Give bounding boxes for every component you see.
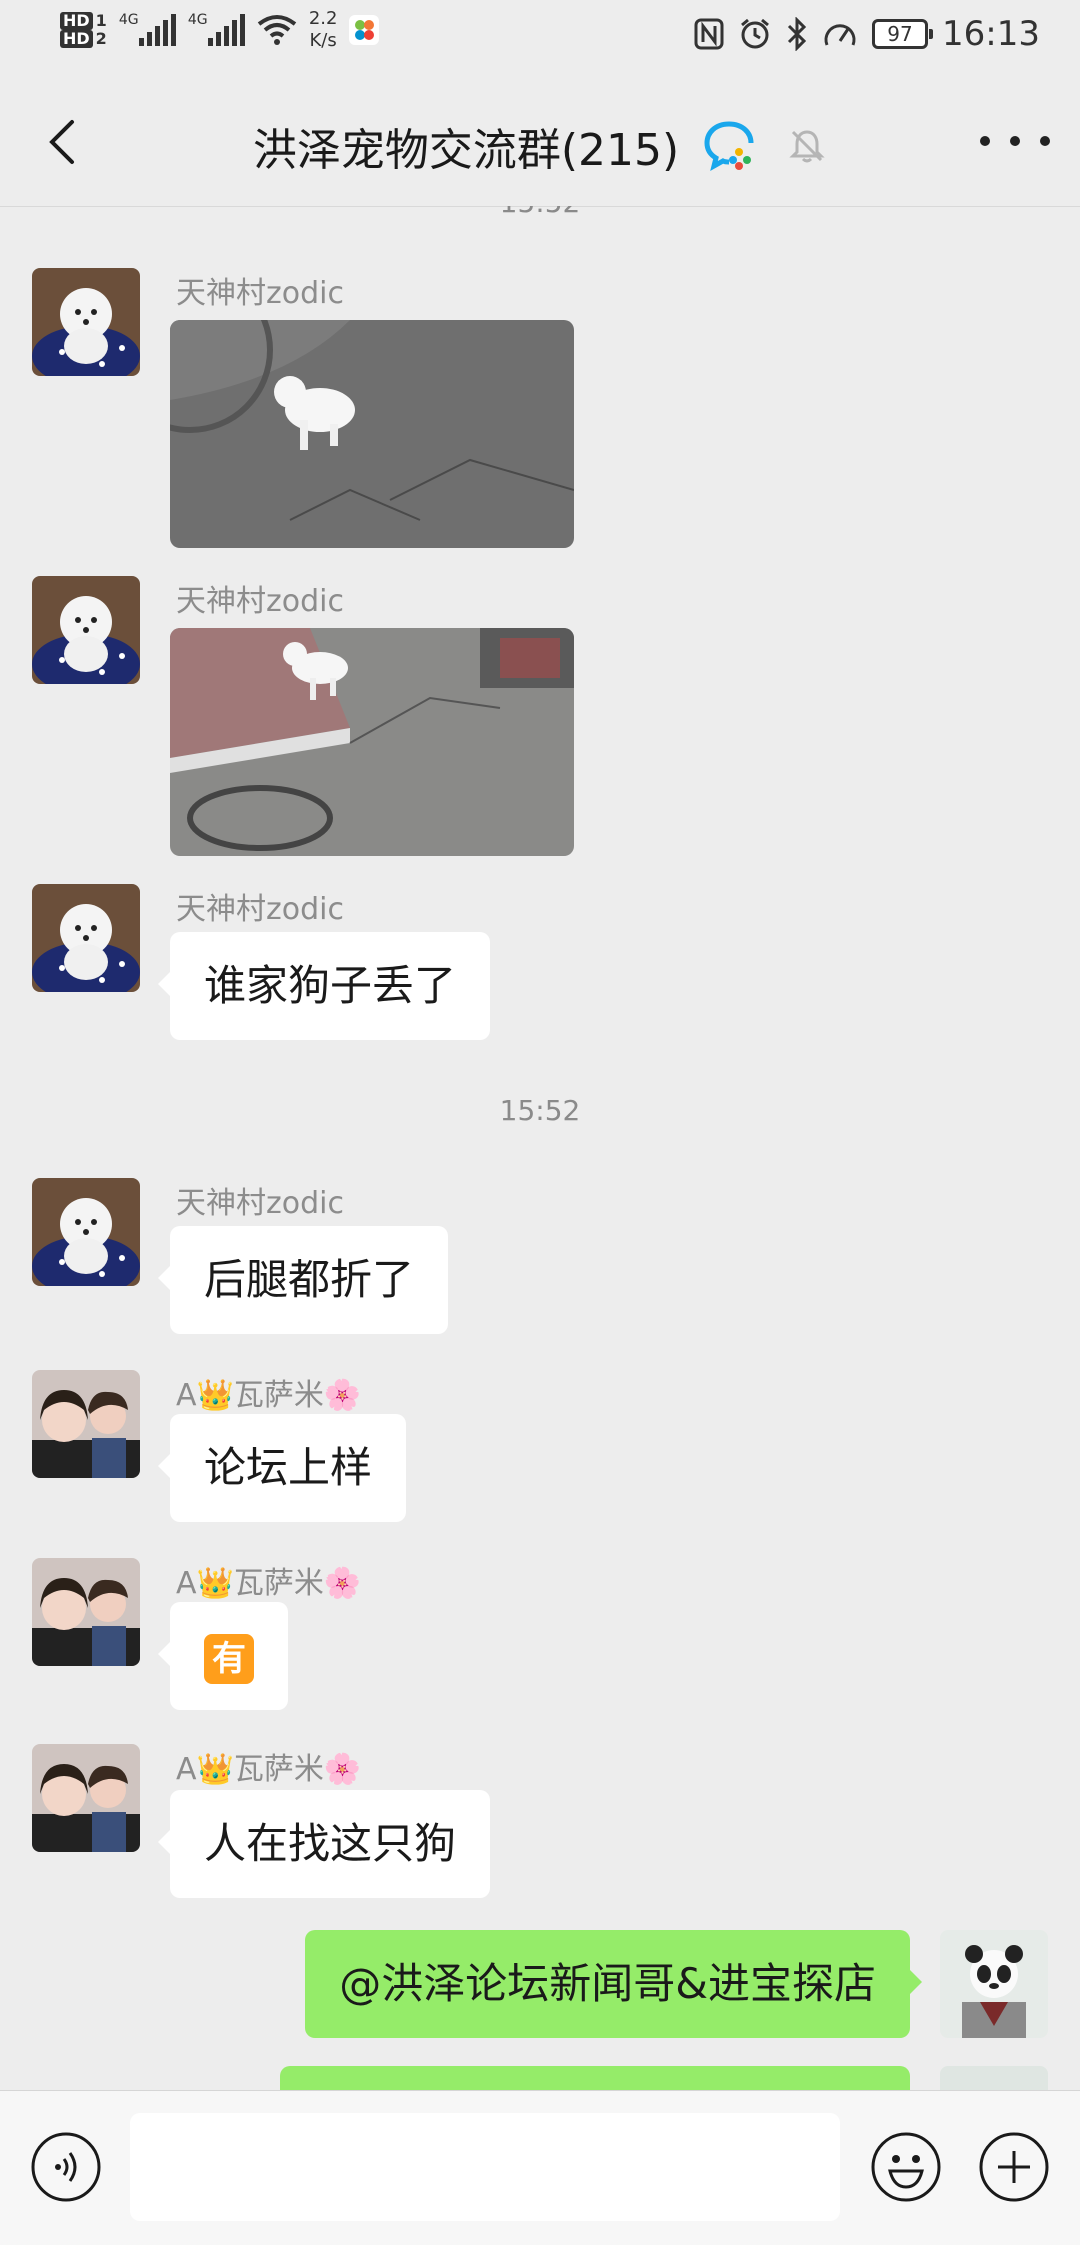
avatar[interactable] (32, 1558, 140, 1666)
timestamp: 15:52 (0, 206, 1080, 219)
bell-off-icon (789, 130, 825, 163)
speed-unit: K/s (309, 30, 337, 51)
net2-label: 4G (187, 12, 208, 28)
wifi-icon (257, 15, 297, 45)
input-bar (0, 2090, 1080, 2245)
you-emoji: 有 (204, 1633, 254, 1684)
text-bubble[interactable]: 论坛上样 (157, 1414, 407, 1522)
alarm-icon (741, 18, 769, 49)
avatar[interactable] (32, 1178, 140, 1286)
sender-name: A👑瓦萨米🌸 (176, 1752, 362, 1787)
my-text-bubble[interactable]: @洪泽论坛新闻哥&进宝探店 (305, 1930, 922, 2038)
signal-1: 4G (118, 12, 176, 46)
more-icon[interactable] (980, 116, 1050, 166)
status-left: HD 1 HD 2 4G 4G 2.2 K/s (60, 8, 380, 52)
chat-title: 洪泽宠物交流群(215) (252, 125, 680, 176)
my-avatar[interactable] (940, 1930, 1048, 2038)
speed-gauge-icon (824, 24, 856, 46)
image-message[interactable] (170, 320, 574, 548)
my-avatar-partial[interactable] (940, 2066, 1048, 2090)
sender-name: 天神村zodic (176, 276, 344, 311)
status-bar: HD 1 HD 2 4G 4G 2.2 K/s 97 16:13 (0, 0, 1080, 76)
sender-name: A👑瓦萨米🌸 (176, 1378, 362, 1413)
image-message[interactable] (170, 628, 574, 856)
chat-header: 洪泽宠物交流群(215) (0, 76, 1080, 207)
plus-icon[interactable] (978, 2131, 1050, 2203)
avatar[interactable] (32, 1370, 140, 1478)
bluetooth-icon (787, 17, 807, 51)
text-bubble[interactable]: 人在找这只狗 (157, 1790, 491, 1898)
avatar[interactable] (32, 576, 140, 684)
sender-name: 天神村zodic (176, 892, 344, 927)
net-speed: 2.2 K/s (309, 8, 338, 52)
chat-title-area: 洪泽宠物交流群(215) (0, 114, 1080, 178)
speed-value: 2.2 (308, 8, 338, 29)
signal-2: 4G (187, 12, 245, 46)
nfc-icon (694, 18, 724, 50)
timestamp: 15:52 (499, 1094, 581, 1127)
my-text-bubble-partial[interactable] (280, 2066, 910, 2090)
message-input[interactable] (130, 2113, 840, 2221)
sender-name: 天神村zodic (176, 1186, 344, 1221)
avatar[interactable] (32, 1744, 140, 1852)
hd2-label: HD (60, 30, 93, 48)
enterprise-chat-icon (704, 121, 754, 171)
my-message-item-partial (0, 2066, 1080, 2090)
my-message-item: @洪泽论坛新闻哥&进宝探店 (0, 1926, 1080, 2038)
sim-indicators: HD 1 HD 2 (60, 12, 107, 48)
emoji-icon[interactable] (870, 2131, 942, 2203)
avatar[interactable] (32, 268, 140, 376)
voice-icon[interactable] (30, 2131, 102, 2203)
text-bubble[interactable]: 后腿都折了 (157, 1226, 449, 1334)
sender-name: A👑瓦萨米🌸 (176, 1566, 362, 1601)
net1-label: 4G (118, 12, 139, 28)
hd1-label: HD (60, 12, 93, 30)
text-bubble[interactable]: 谁家狗子丢了 (157, 932, 491, 1040)
status-right: 97 16:13 (694, 14, 1040, 54)
clock: 16:13 (942, 14, 1040, 54)
app-notification-icon (349, 15, 380, 45)
avatar[interactable] (32, 884, 140, 992)
emoji-bubble[interactable]: 有 (158, 1602, 288, 1710)
sim1-number: 1 (95, 11, 107, 30)
sim2-number: 2 (95, 29, 107, 48)
battery-indicator: 97 (872, 19, 934, 49)
message-list[interactable]: 15:52 天神村zodic 天神村zodic 天神村zodic 谁家狗子丢了 … (0, 206, 1080, 2090)
sender-name: 天神村zodic (176, 584, 344, 619)
